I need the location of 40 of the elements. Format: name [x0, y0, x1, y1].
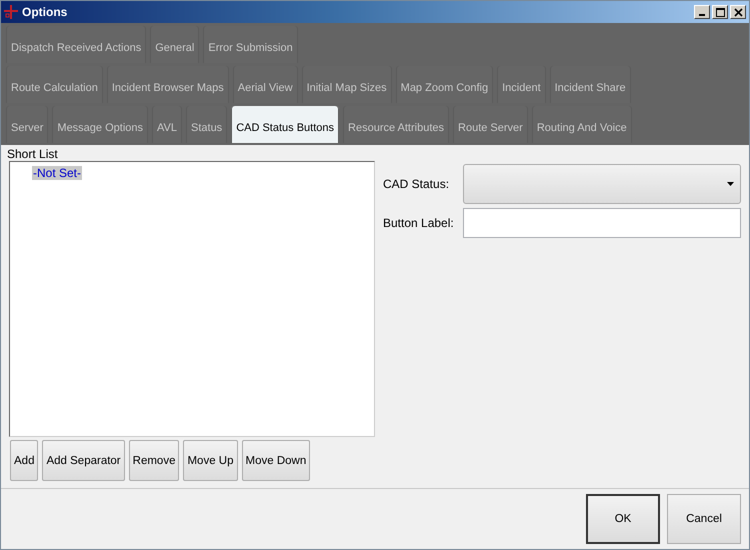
list-button[interactable]: Add Separator	[42, 440, 125, 481]
tab[interactable]: Route Server	[453, 106, 528, 143]
dropdown-arrow-icon	[727, 182, 734, 186]
list-button[interactable]: Move Down	[242, 440, 310, 481]
cross-icon	[4, 5, 18, 19]
tab[interactable]: Route Calculation	[6, 66, 103, 103]
window-title: Options	[22, 5, 68, 19]
tab[interactable]: Message Options	[52, 106, 148, 143]
minimize-icon	[699, 14, 705, 16]
tab[interactable]: Error Submission	[203, 26, 298, 63]
list-button[interactable]: Move Up	[183, 440, 238, 481]
button-label-field[interactable]	[463, 208, 741, 238]
short-list-label: Short List	[7, 147, 59, 161]
list-item[interactable]: -Not Set-	[32, 166, 82, 180]
tab[interactable]: AVL	[152, 106, 182, 143]
maximize-button[interactable]	[712, 5, 728, 19]
list-button[interactable]: Add	[10, 440, 38, 481]
tab[interactable]: Routing And Voice	[532, 106, 632, 143]
close-icon	[734, 8, 742, 16]
tab[interactable]: Incident	[497, 66, 546, 103]
close-button[interactable]	[730, 5, 746, 19]
list-button[interactable]: Remove	[128, 440, 180, 481]
button-label-label: Button Label:	[383, 216, 455, 230]
tab[interactable]: Status	[186, 106, 228, 143]
tab[interactable]: Dispatch Received Actions	[6, 26, 146, 63]
tab[interactable]: Server	[6, 106, 48, 143]
tab[interactable]: CAD Status Buttons	[231, 106, 340, 143]
tab[interactable]: Initial Map Sizes	[302, 66, 392, 103]
dialog-button[interactable]: OK	[586, 494, 660, 544]
tab[interactable]: Resource Attributes	[343, 106, 450, 143]
tab[interactable]: Incident Browser Maps	[106, 66, 229, 103]
tab[interactable]: Map Zoom Config	[396, 66, 494, 103]
dialog-button[interactable]: Cancel	[667, 494, 741, 544]
short-list[interactable]: -Not Set-	[9, 161, 375, 437]
tab[interactable]: Incident Share	[550, 66, 631, 103]
maximize-icon	[716, 8, 724, 16]
tab[interactable]: Aerial View	[232, 66, 298, 103]
cad-status-label: CAD Status:	[383, 177, 450, 191]
tab[interactable]: General	[150, 26, 200, 63]
minimize-button[interactable]	[694, 5, 710, 19]
